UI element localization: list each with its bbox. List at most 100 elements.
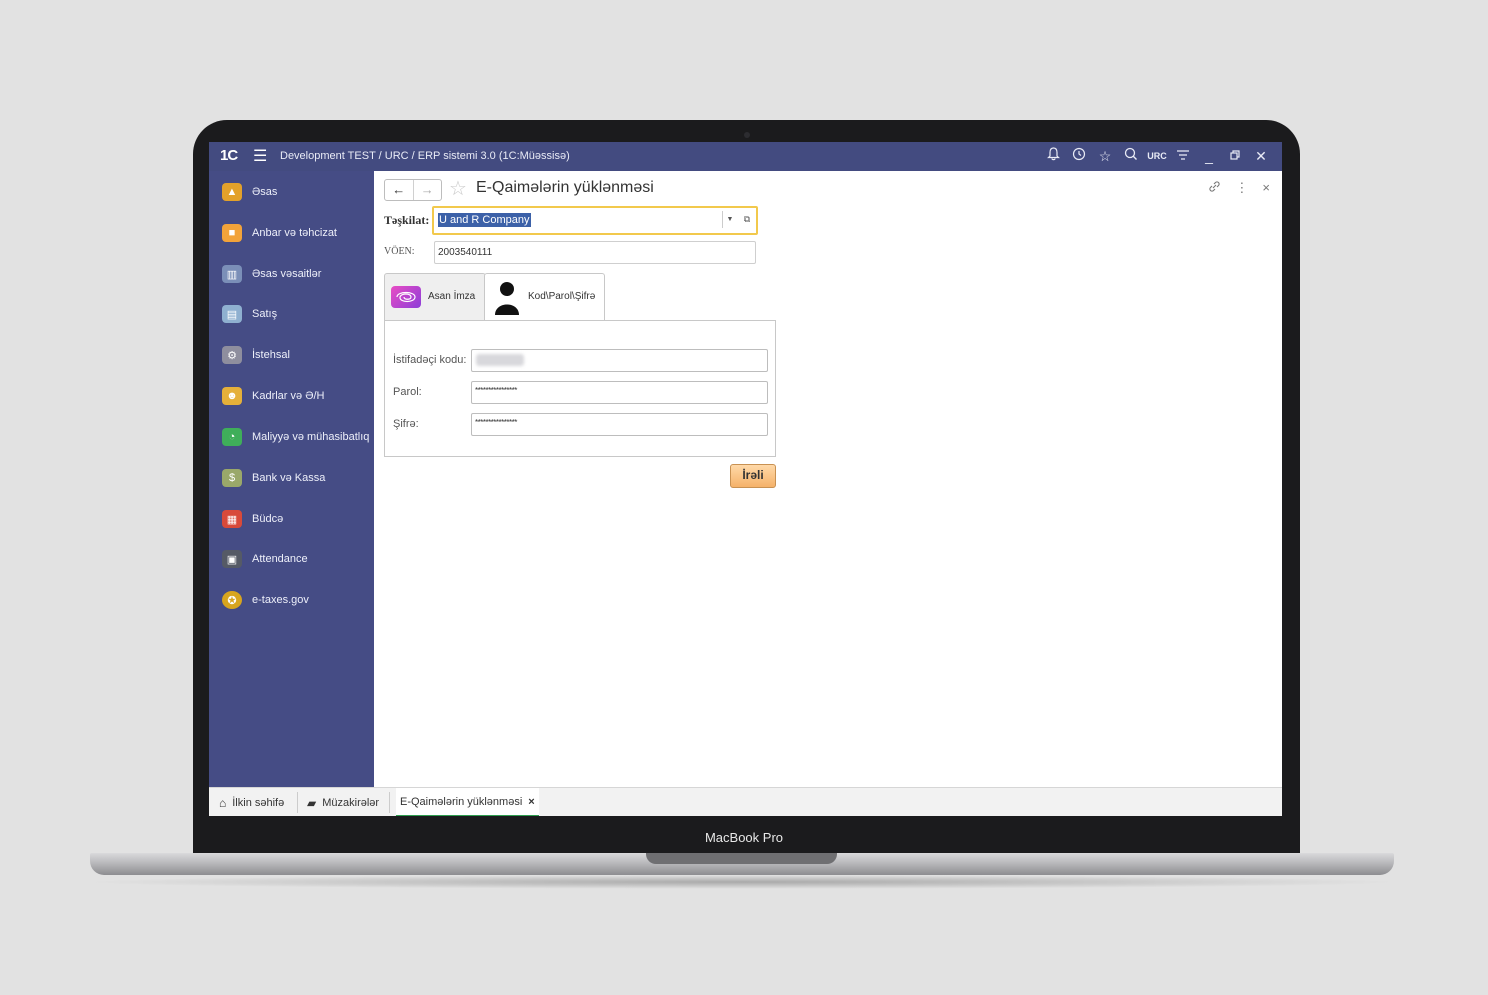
link-icon[interactable] bbox=[1208, 180, 1221, 196]
cipher-label: Şifrə: bbox=[393, 418, 419, 430]
buildings-icon: ▥ bbox=[222, 265, 242, 283]
person-icon bbox=[494, 279, 520, 315]
task-discussions[interactable]: ▰ Müzakirələr bbox=[307, 788, 379, 816]
tab-kod-parol-sifre[interactable]: Kod\Parol\Şifrə bbox=[484, 273, 605, 322]
sidebar-item-satis[interactable]: ▤ Satış bbox=[209, 301, 374, 327]
calendar-icon: ▦ bbox=[222, 510, 242, 528]
laptop-shadow bbox=[80, 875, 1404, 889]
app-title: Development TEST / URC / ERP sistemi 3.0… bbox=[280, 150, 570, 162]
open-window-icon[interactable]: ⧉ bbox=[740, 211, 754, 228]
user-code-label: İstifadəçi kodu: bbox=[393, 354, 467, 366]
search-icon[interactable] bbox=[1118, 146, 1144, 166]
sidebar-item-label: Maliyyə və mühasibatlıq bbox=[252, 431, 370, 443]
user-code-input[interactable] bbox=[471, 349, 768, 372]
credentials-panel: İstifadəçi kodu: Parol: ****************… bbox=[384, 320, 776, 457]
sidebar-item-label: Kadrlar və Ə/H bbox=[252, 390, 325, 402]
sidebar-item-attendance[interactable]: ▣ Attendance bbox=[209, 546, 374, 572]
user-badge[interactable]: URC bbox=[1144, 146, 1170, 166]
sidebar-item-label: Attendance bbox=[252, 553, 308, 565]
fingerprint-icon bbox=[391, 286, 421, 308]
password-label: Parol: bbox=[393, 386, 422, 398]
forward-arrow-icon[interactable]: → bbox=[412, 180, 442, 200]
divider bbox=[297, 792, 298, 813]
app-window: 1C ☰ Development TEST / URC / ERP sistem… bbox=[209, 142, 1282, 816]
restore-icon[interactable] bbox=[1222, 146, 1248, 166]
people-icon: ☻ bbox=[222, 387, 242, 405]
favorites-star-icon[interactable]: ☆ bbox=[1092, 146, 1118, 166]
sidebar-item-maliyye[interactable]: ◔ Maliyyə və mühasibatlıq bbox=[209, 424, 374, 450]
gear-icon: ⚙ bbox=[222, 346, 242, 364]
form-header-tools: ⋮ × bbox=[1208, 180, 1270, 196]
sidebar-item-istehsal[interactable]: ⚙ İstehsal bbox=[209, 342, 374, 368]
boxes-icon: ■ bbox=[222, 224, 242, 242]
task-label: E-Qaimələrin yüklənməsi bbox=[400, 795, 523, 808]
home-desk-icon: ▲ bbox=[222, 183, 242, 201]
divider bbox=[389, 792, 390, 813]
sidebar-item-budce[interactable]: ▦ Büdcə bbox=[209, 506, 374, 532]
task-label: Müzakirələr bbox=[322, 796, 380, 809]
title-bar-tools: ☆ URC _ ✕ bbox=[1040, 146, 1274, 166]
password-value: **************** bbox=[475, 386, 517, 395]
cipher-input[interactable]: **************** bbox=[471, 413, 768, 436]
bell-icon[interactable] bbox=[1040, 146, 1066, 166]
cipher-value: **************** bbox=[475, 418, 517, 427]
terminal-icon: ▣ bbox=[222, 550, 242, 568]
chat-icon: ▰ bbox=[307, 795, 317, 810]
sidebar: ▲ Əsas ■ Anbar və təhcizat ▥ Əsas vəsait… bbox=[209, 171, 374, 787]
sidebar-item-label: Əsas vəsaitlər bbox=[252, 268, 322, 280]
organization-label: Təşkilat: bbox=[384, 213, 430, 227]
history-icon[interactable] bbox=[1066, 146, 1092, 166]
cash-register-icon: ▤ bbox=[222, 305, 242, 323]
sidebar-item-etaxes[interactable]: ✪ e-taxes.gov bbox=[209, 587, 374, 613]
voen-field[interactable]: 2003540111 bbox=[434, 241, 756, 264]
back-arrow-icon[interactable]: ← bbox=[385, 180, 413, 200]
form-close-icon[interactable]: × bbox=[1262, 180, 1270, 196]
sidebar-item-label: İstehsal bbox=[252, 349, 290, 361]
sidebar-item-esas-vesaitler[interactable]: ▥ Əsas vəsaitlər bbox=[209, 261, 374, 287]
sidebar-item-anbar[interactable]: ■ Anbar və təhcizat bbox=[209, 220, 374, 246]
close-icon[interactable]: ✕ bbox=[1248, 146, 1274, 166]
title-bar: 1C ☰ Development TEST / URC / ERP sistem… bbox=[209, 142, 1282, 171]
more-vertical-icon[interactable]: ⋮ bbox=[1235, 180, 1248, 196]
sidebar-item-label: Büdcə bbox=[252, 513, 284, 525]
task-e-invoices[interactable]: E-Qaimələrin yüklənməsi × bbox=[396, 788, 539, 816]
camera bbox=[744, 132, 750, 138]
pie-chart-icon: ◔ bbox=[222, 428, 242, 446]
page-title: E-Qaimələrin yüklənməsi bbox=[476, 179, 654, 196]
app-logo: 1C bbox=[220, 147, 238, 164]
task-label: İlkin səhifə bbox=[232, 796, 285, 809]
settings-lines-icon[interactable] bbox=[1170, 146, 1196, 166]
task-close-icon[interactable]: × bbox=[528, 796, 534, 808]
open-windows-bar: ⌂ İlkin səhifə ▰ Müzakirələr E-Qaimələri… bbox=[209, 787, 1282, 816]
tab-asan-imza[interactable]: Asan İmza bbox=[384, 273, 486, 320]
dropdown-arrow-icon[interactable]: ▼ bbox=[722, 211, 737, 228]
sidebar-item-label: Satış bbox=[252, 308, 278, 320]
organization-field[interactable]: U and R Company ▼ ⧉ bbox=[432, 206, 758, 235]
favorite-star-icon[interactable]: ☆ bbox=[449, 176, 467, 201]
sidebar-item-label: Bank və Kassa bbox=[252, 472, 326, 484]
sidebar-item-esas[interactable]: ▲ Əsas bbox=[209, 179, 374, 205]
sidebar-item-bank[interactable]: $ Bank və Kassa bbox=[209, 465, 374, 491]
laptop-notch bbox=[646, 853, 837, 864]
emblem-icon: ✪ bbox=[222, 591, 242, 609]
task-home[interactable]: ⌂ İlkin səhifə bbox=[219, 788, 284, 816]
sidebar-item-label: Əsas bbox=[252, 186, 278, 198]
voen-value: 2003540111 bbox=[438, 247, 493, 258]
menu-icon[interactable]: ☰ bbox=[253, 146, 267, 166]
next-button[interactable]: İrəli bbox=[730, 464, 776, 488]
money-icon: $ bbox=[222, 469, 242, 487]
voen-label: VÖEN: bbox=[384, 246, 415, 257]
sidebar-item-label: e-taxes.gov bbox=[252, 594, 309, 606]
password-input[interactable]: **************** bbox=[471, 381, 768, 404]
minimize-icon[interactable]: _ bbox=[1196, 146, 1222, 166]
home-icon: ⌂ bbox=[219, 795, 227, 810]
tab-label: Kod\Parol\Şifrə bbox=[528, 291, 596, 302]
main-content: ← → ☆ E-Qaimələrin yüklənməsi ⋮ × Təşkil… bbox=[374, 171, 1282, 787]
tab-label: Asan İmza bbox=[428, 291, 476, 302]
sidebar-item-label: Anbar və təhcizat bbox=[252, 227, 337, 239]
sidebar-item-kadrlar[interactable]: ☻ Kadrlar və Ə/H bbox=[209, 383, 374, 409]
navigation-buttons: ← → bbox=[384, 179, 442, 201]
organization-value: U and R Company bbox=[438, 213, 531, 227]
device-label: MacBook Pro bbox=[704, 830, 784, 845]
redacted-value bbox=[476, 354, 524, 366]
